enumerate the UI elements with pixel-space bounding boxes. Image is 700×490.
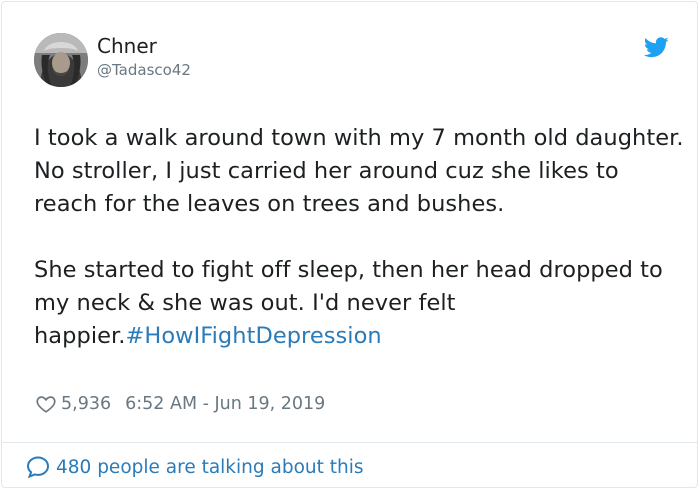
timestamp-link[interactable]: 6:52 AM - Jun 19, 2019 <box>125 394 325 414</box>
display-name[interactable]: Chner <box>97 34 157 58</box>
tweet-meta: 5,936 6:52 AM - Jun 19, 2019 <box>35 392 325 416</box>
like-count[interactable]: 5,936 <box>61 394 111 414</box>
tweet-card: Chner @Tadasco42 I took a walk around to… <box>1 1 698 488</box>
heart-icon[interactable] <box>35 393 57 415</box>
avatar[interactable] <box>34 33 88 87</box>
hashtag-link[interactable]: #HowIFightDepression <box>125 323 381 349</box>
tweet-paragraph-2: She started to fight off sleep, then her… <box>34 254 684 353</box>
avatar-image <box>34 33 88 87</box>
divider <box>3 442 698 443</box>
tweet-text: I took a walk around town with my 7 mont… <box>34 122 684 353</box>
talking-text[interactable]: 480 people are talking about this <box>56 457 364 478</box>
user-handle[interactable]: @Tadasco42 <box>97 60 191 80</box>
talking-link[interactable]: 480 people are talking about this <box>26 454 364 480</box>
twitter-bird-icon[interactable] <box>644 37 669 58</box>
tweet-paragraph-1: I took a walk around town with my 7 mont… <box>34 125 684 217</box>
speech-bubble-icon <box>26 456 50 479</box>
